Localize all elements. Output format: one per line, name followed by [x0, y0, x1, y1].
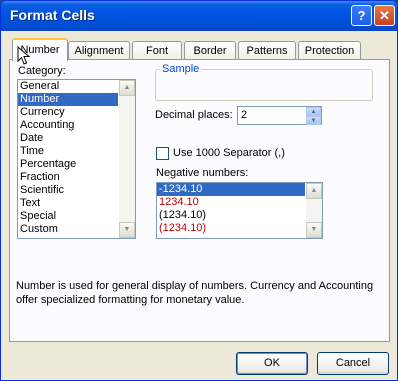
arrow-down-icon[interactable]: ▼ — [306, 222, 322, 238]
category-item-date[interactable]: Date — [18, 132, 135, 145]
category-item-fraction[interactable]: Fraction — [18, 171, 135, 184]
tab-font[interactable]: Font — [132, 41, 182, 61]
mouse-cursor-icon — [17, 46, 31, 65]
negative-format-item[interactable]: (1234.10) — [157, 222, 322, 235]
tab-strip: Number Alignment Font Border Patterns Pr… — [9, 38, 389, 61]
category-item-special[interactable]: Special — [18, 210, 135, 223]
category-label: Category: — [18, 65, 66, 77]
use-1000-separator-checkbox[interactable] — [156, 147, 169, 160]
cancel-button[interactable]: Cancel — [317, 352, 389, 375]
arrow-up-icon[interactable]: ▲ — [306, 107, 321, 116]
negative-numbers-scrollbar[interactable]: ▲ ▼ — [306, 183, 322, 238]
ok-button[interactable]: OK — [236, 352, 308, 375]
format-description: Number is used for general display of nu… — [16, 280, 374, 306]
category-item-custom[interactable]: Custom — [18, 223, 135, 236]
help-button[interactable]: ? — [351, 5, 372, 26]
tab-protection[interactable]: Protection — [298, 41, 361, 61]
close-button[interactable]: ✕ — [374, 5, 395, 26]
negative-format-item[interactable]: (1234.10) — [157, 209, 322, 222]
decimal-places-label: Decimal places: — [155, 109, 233, 121]
sample-label: Sample — [160, 63, 202, 75]
category-item-accounting[interactable]: Accounting — [18, 119, 135, 132]
negative-format-item[interactable]: 1234.10 — [157, 196, 322, 209]
format-cells-dialog: Format Cells ? ✕ Number Alignment Font B… — [0, 0, 398, 381]
arrow-down-icon[interactable]: ▼ — [306, 116, 321, 125]
tab-patterns[interactable]: Patterns — [238, 41, 296, 61]
arrow-down-icon[interactable]: ▼ — [119, 222, 135, 238]
category-item-scientific[interactable]: Scientific — [18, 184, 135, 197]
arrow-up-icon[interactable]: ▲ — [119, 80, 135, 96]
help-icon: ? — [357, 8, 366, 23]
dialog-title: Format Cells — [10, 7, 95, 23]
tab-alignment[interactable]: Alignment — [68, 41, 130, 61]
category-scrollbar[interactable]: ▲ ▼ — [119, 80, 135, 238]
decimal-places-value: 2 — [241, 109, 248, 121]
category-item-number[interactable]: Number — [18, 93, 118, 106]
category-listbox[interactable]: General Number Currency Accounting Date … — [17, 79, 136, 239]
category-item-text[interactable]: Text — [18, 197, 135, 210]
negative-format-item[interactable]: -1234.10 — [157, 183, 305, 196]
category-item-time[interactable]: Time — [18, 145, 135, 158]
category-item-currency[interactable]: Currency — [18, 106, 135, 119]
category-item-percentage[interactable]: Percentage — [18, 158, 135, 171]
tab-border[interactable]: Border — [184, 41, 236, 61]
category-item-general[interactable]: General — [18, 80, 135, 93]
arrow-up-icon[interactable]: ▲ — [306, 183, 322, 199]
title-bar[interactable]: Format Cells ? ✕ — [1, 1, 397, 31]
negative-numbers-label: Negative numbers: — [156, 167, 249, 179]
close-icon: ✕ — [379, 8, 390, 23]
negative-numbers-listbox[interactable]: -1234.10 1234.10 (1234.10) (1234.10) ▲ ▼ — [156, 182, 323, 239]
use-1000-separator-label[interactable]: Use 1000 Separator (,) — [173, 147, 285, 159]
